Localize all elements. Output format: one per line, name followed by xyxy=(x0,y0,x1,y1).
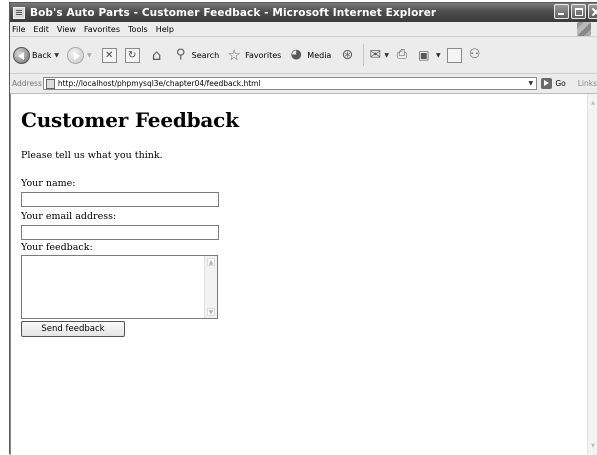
window-controls xyxy=(554,4,597,19)
minimize-button[interactable] xyxy=(554,4,569,19)
feedback-label: Your feedback: xyxy=(21,242,93,253)
media-button[interactable]: ◕ Media xyxy=(287,46,332,64)
messenger-icon[interactable]: ⚇ xyxy=(466,46,484,64)
back-arrow-icon xyxy=(13,46,30,64)
windows-logo-icon xyxy=(577,22,591,36)
menu-bar: File Edit View Favorites Tools Help xyxy=(10,22,597,37)
scroll-down-icon[interactable]: ▼ xyxy=(207,308,215,316)
maximize-button[interactable] xyxy=(571,4,586,19)
discuss-icon[interactable] xyxy=(446,47,462,63)
feedback-textarea[interactable] xyxy=(21,255,218,319)
favorites-label: Favorites xyxy=(245,50,282,60)
back-dropdown-icon[interactable]: ▼ xyxy=(54,52,59,59)
history-icon[interactable]: ⊛ xyxy=(338,46,356,64)
close-button[interactable] xyxy=(588,4,597,19)
links-button[interactable]: Links xyxy=(578,79,597,88)
mail-button[interactable]: ✉ ▼ xyxy=(366,46,389,64)
forward-arrow-icon xyxy=(67,46,85,64)
page-scroll-down-icon[interactable]: ▼ xyxy=(590,443,596,449)
name-label: Your name: xyxy=(21,178,76,189)
intro-text: Please tell us what you think. xyxy=(21,150,163,161)
edit-icon: ▣ xyxy=(418,48,430,62)
address-input[interactable]: http://localhost/phpmysql3e/chapter04/fe… xyxy=(42,77,538,90)
menu-tools[interactable]: Tools xyxy=(128,25,148,34)
go-arrow-icon xyxy=(541,78,553,89)
address-url: http://localhost/phpmysql3e/chapter04/fe… xyxy=(57,79,261,88)
title-bar: Bob's Auto Parts - Customer Feedback - M… xyxy=(10,3,597,22)
ie-page-icon xyxy=(13,6,25,19)
scroll-up-icon[interactable]: ▲ xyxy=(207,258,215,266)
email-input[interactable] xyxy=(21,225,219,240)
go-label: Go xyxy=(555,79,566,88)
menu-file[interactable]: File xyxy=(12,25,25,34)
toolbar-separator xyxy=(363,44,365,66)
address-dropdown-icon[interactable]: ▼ xyxy=(526,79,535,88)
page-content: Customer Feedback Please tell us what yo… xyxy=(10,94,597,455)
mail-dropdown-icon[interactable]: ▼ xyxy=(384,52,389,59)
window-title: Bob's Auto Parts - Customer Feedback - M… xyxy=(30,6,437,19)
refresh-icon[interactable]: ↻ xyxy=(124,47,140,63)
forward-button[interactable]: ▼ xyxy=(67,46,92,64)
page-scrollbar[interactable]: ▲ ▼ xyxy=(587,94,597,455)
feedback-scrollbar[interactable]: ▲ ▼ xyxy=(204,256,217,318)
toolbar: Back ▼ ▼ ✕ ↻ ⌂ ⚲ Search ☆ Favorites ◕ Me… xyxy=(10,37,597,74)
name-input[interactable] xyxy=(21,192,219,207)
search-button[interactable]: ⚲ Search xyxy=(172,46,219,64)
address-label: Address xyxy=(12,79,42,88)
menu-edit[interactable]: Edit xyxy=(33,25,49,34)
edit-dropdown-icon[interactable]: ▼ xyxy=(436,52,441,59)
address-bar: Address http://localhost/phpmysql3e/chap… xyxy=(10,74,597,94)
print-icon[interactable]: ⎙ xyxy=(393,46,411,64)
email-label: Your email address: xyxy=(21,211,117,222)
menu-favorites[interactable]: Favorites xyxy=(84,25,120,34)
media-icon: ◕ xyxy=(290,47,302,62)
page-icon xyxy=(45,78,55,89)
media-label: Media xyxy=(307,50,332,60)
forward-dropdown-icon[interactable]: ▼ xyxy=(87,52,92,59)
back-button[interactable]: Back ▼ xyxy=(13,46,59,64)
stop-icon[interactable]: ✕ xyxy=(101,47,117,63)
page-title: Customer Feedback xyxy=(21,108,239,132)
mail-icon: ✉ xyxy=(369,47,382,63)
home-icon[interactable]: ⌂ xyxy=(148,46,166,64)
search-icon: ⚲ xyxy=(175,47,186,62)
menu-view[interactable]: View xyxy=(57,25,76,34)
page-scroll-up-icon[interactable]: ▲ xyxy=(590,100,596,106)
browser-window: Bob's Auto Parts - Customer Feedback - M… xyxy=(9,2,597,455)
send-feedback-button[interactable]: Send feedback xyxy=(21,321,125,337)
search-label: Search xyxy=(191,50,220,60)
back-label: Back xyxy=(32,50,52,60)
edit-button[interactable]: ▣ ▼ xyxy=(415,46,441,64)
menu-help[interactable]: Help xyxy=(156,25,174,34)
favorites-button[interactable]: ☆ Favorites xyxy=(225,46,281,64)
favorites-star-icon: ☆ xyxy=(227,46,241,64)
go-button[interactable]: Go xyxy=(541,78,566,89)
